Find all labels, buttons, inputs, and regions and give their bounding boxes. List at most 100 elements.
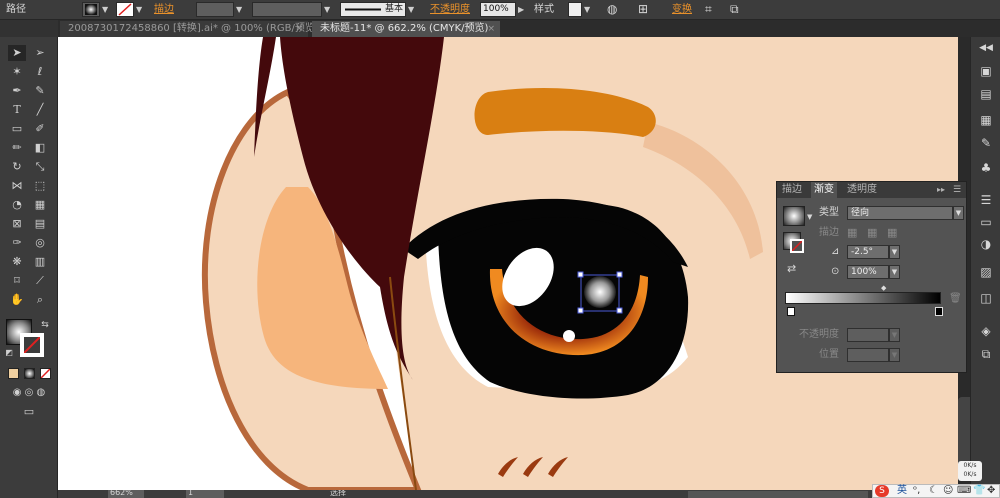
- brush-definition-dropdown[interactable]: 基本: [340, 2, 406, 17]
- zoom-tool-icon[interactable]: ⌕: [31, 292, 49, 308]
- drawing-modes-icon[interactable]: ◉ ◎ ◍: [6, 385, 52, 401]
- magic-wand-tool-icon[interactable]: ✶: [8, 64, 26, 80]
- hand-tool-icon[interactable]: ✋: [8, 292, 26, 308]
- transparency-panel-icon[interactable]: ◑: [976, 235, 996, 253]
- close-icon[interactable]: ×: [487, 21, 495, 37]
- tab-gradient[interactable]: 渐变: [811, 182, 837, 198]
- align-icon[interactable]: ⊞: [638, 2, 658, 17]
- variable-width-arrow[interactable]: ▼: [324, 2, 332, 17]
- symbol-sprayer-tool-icon[interactable]: ❋: [8, 254, 26, 270]
- gradient-panel-icon[interactable]: ▭: [976, 213, 996, 231]
- tools-icon[interactable]: ✥: [987, 485, 995, 497]
- page-field[interactable]: 1: [186, 490, 224, 498]
- screen-mode-icon[interactable]: ▭: [18, 404, 40, 420]
- symbols-panel-icon[interactable]: ♣: [976, 159, 996, 177]
- moon-icon[interactable]: ☾: [929, 485, 938, 497]
- panel-menu-icon[interactable]: ☰: [953, 182, 961, 198]
- pencil-tool-icon[interactable]: ✏: [8, 140, 26, 156]
- scrollbar-thumb[interactable]: [958, 397, 970, 467]
- curvature-tool-icon[interactable]: ✎: [31, 83, 49, 99]
- gradient-stop-white[interactable]: [787, 307, 795, 316]
- gradient-mode-icon[interactable]: [24, 368, 35, 379]
- appearance-panel-icon[interactable]: ▨: [976, 263, 996, 281]
- graphic-styles-icon[interactable]: ◫: [976, 289, 996, 307]
- slice-tool-icon[interactable]: ⟋: [31, 273, 49, 289]
- arrange-icon[interactable]: ⧉: [730, 2, 754, 17]
- tab-stroke[interactable]: 描边: [782, 182, 802, 198]
- layers-panel-icon[interactable]: ◈: [976, 322, 996, 340]
- rotate-tool-icon[interactable]: ↻: [8, 159, 26, 175]
- default-fill-stroke-icon[interactable]: ◩: [2, 345, 16, 361]
- column-graph-tool-icon[interactable]: ▥: [31, 254, 49, 270]
- tab-document-2[interactable]: 未标题-11* @ 662.2% (CMYK/预览) ×: [312, 21, 500, 37]
- swap-fill-stroke-icon[interactable]: ⇆: [38, 317, 52, 333]
- sogou-icon[interactable]: S: [875, 485, 889, 497]
- type-tool-icon[interactable]: T: [8, 102, 26, 118]
- stroke-dropdown-arrow[interactable]: ▼: [136, 2, 144, 17]
- punctuation-icon[interactable]: ᵒ,: [913, 485, 920, 497]
- line-tool-icon[interactable]: ╱: [31, 102, 49, 118]
- gradient-preview-swatch[interactable]: [783, 206, 805, 226]
- isolate-icon[interactable]: ⌗: [705, 2, 719, 17]
- stroke-label[interactable]: 描边: [154, 2, 182, 17]
- stroke-panel-icon[interactable]: ☰: [976, 191, 996, 209]
- pen-tool-icon[interactable]: ✒: [8, 83, 26, 99]
- stroke-swatch[interactable]: [116, 2, 134, 17]
- width-tool-icon[interactable]: ⋈: [8, 178, 26, 194]
- gradient-stop-black[interactable]: [935, 307, 943, 316]
- type-dropdown-arrow[interactable]: ▼: [953, 206, 964, 220]
- perspective-grid-tool-icon[interactable]: ▦: [31, 197, 49, 213]
- gradient-type-dropdown[interactable]: 径向: [847, 206, 953, 220]
- lasso-tool-icon[interactable]: ℓ: [31, 64, 49, 80]
- selection-tool-icon[interactable]: ➤: [8, 45, 26, 61]
- shape-builder-tool-icon[interactable]: ◔: [8, 197, 26, 213]
- opacity-field[interactable]: 100%: [480, 2, 516, 17]
- stroke-color-box[interactable]: [20, 333, 44, 357]
- close-icon[interactable]: ×: [295, 21, 303, 37]
- gradient-slider[interactable]: [785, 292, 941, 304]
- angle-field[interactable]: -2.5°: [847, 245, 889, 259]
- artboards-panel-icon[interactable]: ⧉: [976, 345, 996, 363]
- swatches-panel-icon[interactable]: ▦: [976, 111, 996, 129]
- direct-selection-tool-icon[interactable]: ➢: [31, 45, 49, 61]
- brushes-panel-icon[interactable]: ✎: [976, 134, 996, 152]
- opacity-dropdown-arrow[interactable]: ▶: [518, 2, 526, 17]
- stroke-none-box[interactable]: [790, 239, 804, 253]
- eraser-tool-icon[interactable]: ◧: [31, 140, 49, 156]
- mesh-tool-icon[interactable]: ⊠: [8, 216, 26, 232]
- fill-dropdown-arrow[interactable]: ▼: [102, 2, 110, 17]
- collapse-icon[interactable]: ▸▸: [937, 182, 945, 198]
- scale-tool-icon[interactable]: ⤡: [31, 159, 49, 175]
- opacity-label[interactable]: 不透明度: [430, 2, 480, 17]
- artboard-tool-icon[interactable]: ⌑: [8, 273, 26, 289]
- aspect-ratio-field[interactable]: 100%: [847, 265, 889, 279]
- fill-swatch[interactable]: [82, 2, 100, 17]
- emoji-icon[interactable]: ☺: [943, 485, 953, 497]
- gradient-tool-icon[interactable]: ▤: [31, 216, 49, 232]
- color-mode-icon[interactable]: [8, 368, 19, 379]
- angle-dropdown-arrow[interactable]: ▼: [889, 245, 900, 259]
- blend-tool-icon[interactable]: ◎: [31, 235, 49, 251]
- skin-icon[interactable]: 👕: [973, 485, 985, 497]
- swatch-dropdown-arrow[interactable]: ▼: [807, 210, 812, 224]
- expand-panels-icon[interactable]: ◀◀: [976, 39, 996, 57]
- brush-dropdown-arrow[interactable]: ▼: [408, 2, 416, 17]
- recolor-artwork-icon[interactable]: ◍: [607, 2, 621, 17]
- ime-language-label[interactable]: 英: [897, 485, 907, 497]
- eyedropper-tool-icon[interactable]: ✑: [8, 235, 26, 251]
- aspect-dropdown-arrow[interactable]: ▼: [889, 265, 900, 279]
- keyboard-icon[interactable]: ⌨: [957, 485, 971, 497]
- color-panel-icon[interactable]: ▣: [976, 62, 996, 80]
- stroke-weight-field[interactable]: [196, 2, 234, 17]
- tab-document-1[interactable]: 2008730172458860 [转换].ai* @ 100% (RGB/预览…: [60, 21, 319, 37]
- tab-transparency[interactable]: 透明度: [847, 182, 877, 198]
- zoom-field[interactable]: 662%: [108, 490, 144, 498]
- paintbrush-tool-icon[interactable]: ✐: [31, 121, 49, 137]
- variable-width-dropdown[interactable]: [252, 2, 322, 17]
- rectangle-tool-icon[interactable]: ▭: [8, 121, 26, 137]
- transform-label[interactable]: 变换: [672, 2, 696, 17]
- color-guide-icon[interactable]: ▤: [976, 85, 996, 103]
- none-mode-icon[interactable]: [40, 368, 51, 379]
- horizontal-scroll-thumb[interactable]: [688, 491, 868, 498]
- stroke-weight-arrow[interactable]: ▼: [236, 2, 244, 17]
